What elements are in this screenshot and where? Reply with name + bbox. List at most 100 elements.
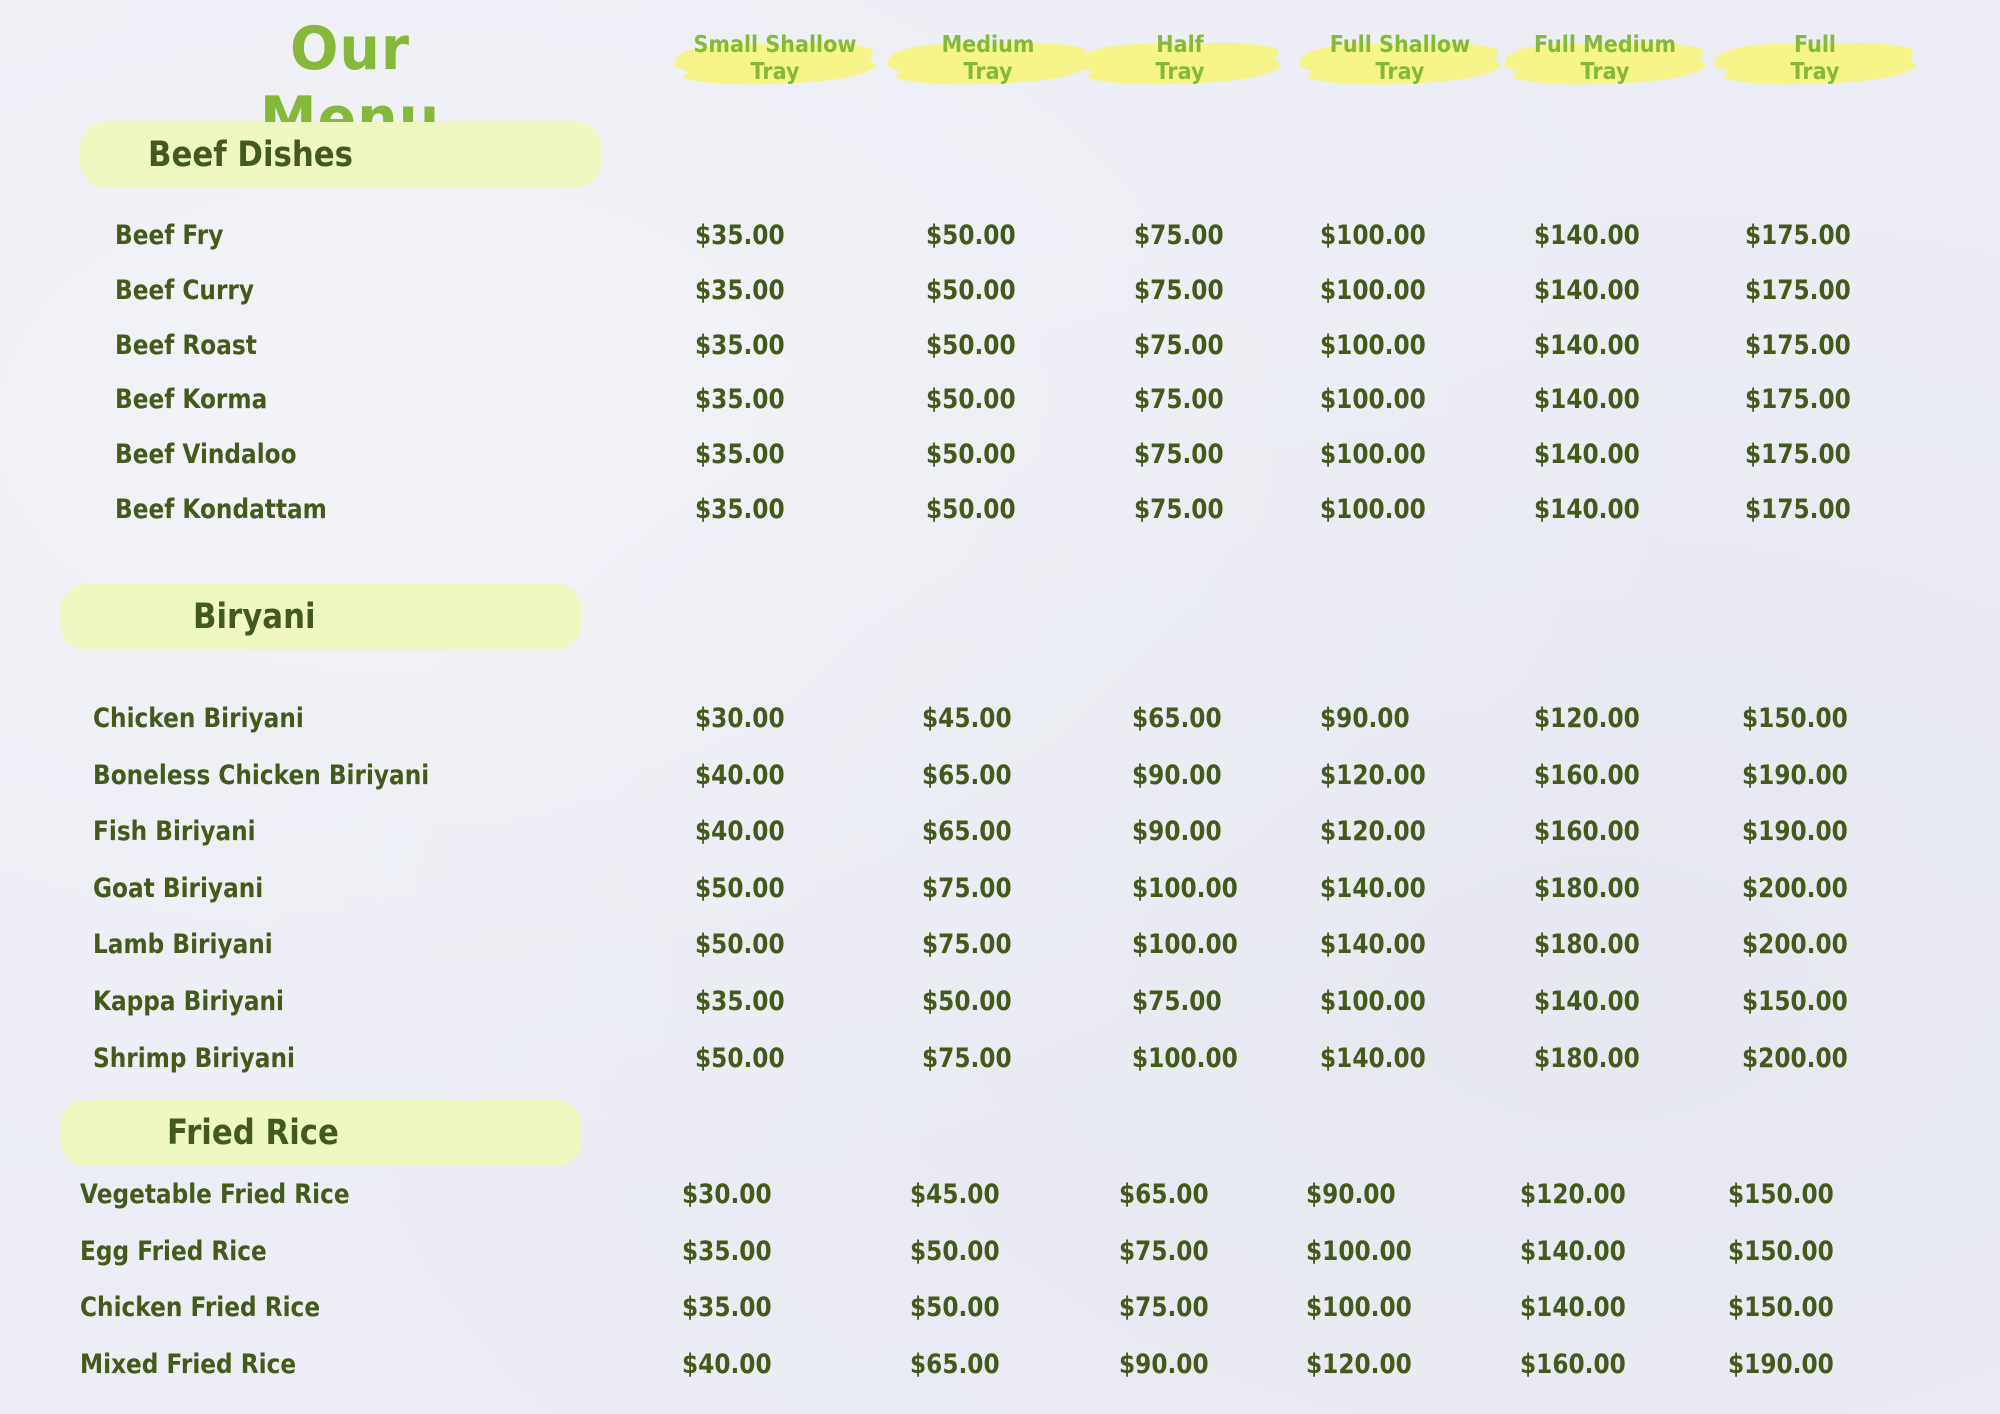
menu-item-price: $50.00 <box>926 275 1016 306</box>
menu-item-price: $100.00 <box>1306 1236 1412 1267</box>
menu-item-price: $50.00 <box>926 220 1016 251</box>
menu-item-price: $140.00 <box>1320 929 1426 960</box>
menu-item-name: Vegetable Fried Rice <box>80 1179 350 1210</box>
menu-item-price: $140.00 <box>1534 384 1640 415</box>
menu-item-price: $35.00 <box>695 275 785 306</box>
menu-item-price: $90.00 <box>1306 1179 1396 1210</box>
menu-item-price: $100.00 <box>1320 439 1426 470</box>
menu-item-price: $120.00 <box>1306 1349 1412 1380</box>
column-header: Full Medium Tray <box>1500 32 1710 92</box>
menu-item-name: Mixed Fried Rice <box>80 1349 297 1380</box>
menu-item-price: $100.00 <box>1320 275 1426 306</box>
section-title: Biryani <box>193 597 316 637</box>
section-title: Beef Dishes <box>148 135 353 175</box>
menu-item-price: $200.00 <box>1742 1043 1848 1074</box>
menu-item-price: $75.00 <box>1132 986 1222 1017</box>
menu-item-price: $175.00 <box>1745 439 1851 470</box>
menu-item-price: $50.00 <box>910 1292 1000 1323</box>
menu-item-price: $190.00 <box>1728 1349 1834 1380</box>
menu-item-price: $90.00 <box>1132 760 1222 791</box>
menu-item-price: $40.00 <box>695 816 785 847</box>
menu-item-price: $175.00 <box>1745 275 1851 306</box>
menu-item-price: $50.00 <box>695 929 785 960</box>
section-header-pill: Fried Rice <box>60 1100 582 1166</box>
menu-item-price: $45.00 <box>910 1179 1000 1210</box>
menu-item-row: Beef Kondattam $35.00 $50.00 $75.00 $100.00 $… <box>0 490 2000 530</box>
menu-item-name: Beef Fry <box>115 220 224 251</box>
menu-item-name: Shrimp Biriyani <box>93 1043 295 1074</box>
column-header: Small Shallow Tray <box>670 32 880 92</box>
column-header-label: Medium Tray <box>941 32 1035 85</box>
menu-item-name: Boneless Chicken Biriyani <box>93 760 430 791</box>
menu-item-price: $40.00 <box>682 1349 772 1380</box>
menu-item-price: $75.00 <box>922 929 1012 960</box>
menu-item-price: $150.00 <box>1742 986 1848 1017</box>
menu-item-price: $180.00 <box>1534 1043 1640 1074</box>
menu-item-price: $35.00 <box>695 986 785 1017</box>
menu-item-price: $100.00 <box>1320 494 1426 525</box>
menu-item-name: Beef Curry <box>115 275 254 306</box>
menu-item-name: Beef Roast <box>115 330 257 361</box>
menu-item-row: Beef Curry $35.00 $50.00 $75.00 $100.00 $140.… <box>0 271 2000 311</box>
menu-item-row: Egg Fried Rice $35.00 $50.00 $75.00 $100.00 $… <box>0 1232 2000 1272</box>
menu-item-price: $65.00 <box>1132 703 1222 734</box>
column-header-label: Full Tray <box>1790 32 1840 85</box>
section-title: Fried Rice <box>167 1113 339 1153</box>
menu-item-price: $75.00 <box>1134 439 1224 470</box>
menu-item-price: $50.00 <box>910 1236 1000 1267</box>
menu-item-price: $140.00 <box>1534 275 1640 306</box>
menu-item-price: $190.00 <box>1742 760 1848 791</box>
menu-item-price: $35.00 <box>695 384 785 415</box>
menu-item-price: $120.00 <box>1320 816 1426 847</box>
menu-item-price: $140.00 <box>1534 220 1640 251</box>
menu-item-price: $35.00 <box>695 494 785 525</box>
menu-item-name: Chicken Fried Rice <box>80 1292 321 1323</box>
menu-item-price: $65.00 <box>1119 1179 1209 1210</box>
menu-item-price: $100.00 <box>1132 1043 1238 1074</box>
menu-item-price: $65.00 <box>922 816 1012 847</box>
column-header-label: Full Shallow Tray <box>1329 32 1471 85</box>
menu-item-price: $100.00 <box>1320 220 1426 251</box>
menu-item-row: Boneless Chicken Biriyani $40.00 $65.00 $90… <box>0 756 2000 796</box>
menu-item-price: $140.00 <box>1520 1236 1626 1267</box>
menu-item-price: $100.00 <box>1132 873 1238 904</box>
menu-item-price: $100.00 <box>1132 929 1238 960</box>
menu-item-price: $200.00 <box>1742 873 1848 904</box>
menu-item-name: Fish Biriyani <box>93 816 256 847</box>
menu-item-price: $150.00 <box>1728 1292 1834 1323</box>
menu-item-price: $30.00 <box>695 703 785 734</box>
menu-item-price: $140.00 <box>1320 873 1426 904</box>
menu-item-price: $150.00 <box>1728 1236 1834 1267</box>
menu-item-price: $65.00 <box>910 1349 1000 1380</box>
menu-item-price: $100.00 <box>1320 384 1426 415</box>
menu-item-price: $75.00 <box>1134 275 1224 306</box>
menu-item-price: $90.00 <box>1119 1349 1209 1380</box>
menu-item-row: Vegetable Fried Rice $30.00 $45.00 $65.00 $9… <box>0 1175 2000 1215</box>
menu-item-price: $75.00 <box>1134 384 1224 415</box>
column-header-label: Half Tray <box>1155 32 1205 85</box>
menu-item-name: Kappa Biriyani <box>93 986 285 1017</box>
menu-item-price: $50.00 <box>926 330 1016 361</box>
menu-item-row: Chicken Biriyani $30.00 $45.00 $65.00 $90.00… <box>0 699 2000 739</box>
menu-item-price: $50.00 <box>695 873 785 904</box>
menu-item-price: $160.00 <box>1520 1349 1626 1380</box>
menu-item-price: $160.00 <box>1534 760 1640 791</box>
column-header: Full Tray <box>1710 32 1920 92</box>
menu-item-name: Beef Kondattam <box>115 494 327 525</box>
menu-item-price: $35.00 <box>682 1292 772 1323</box>
menu-item-price: $100.00 <box>1320 330 1426 361</box>
menu-item-price: $100.00 <box>1306 1292 1412 1323</box>
column-header: Half Tray <box>1075 32 1285 92</box>
menu-item-row: Kappa Biriyani $35.00 $50.00 $75.00 $100.00 $… <box>0 982 2000 1022</box>
menu-item-price: $30.00 <box>682 1179 772 1210</box>
menu-item-price: $140.00 <box>1320 1043 1426 1074</box>
menu-item-price: $50.00 <box>695 1043 785 1074</box>
menu-item-price: $150.00 <box>1728 1179 1834 1210</box>
menu-item-name: Lamb Biriyani <box>93 929 273 960</box>
menu-item-price: $75.00 <box>922 873 1012 904</box>
menu-item-price: $150.00 <box>1742 703 1848 734</box>
menu-item-price: $140.00 <box>1534 986 1640 1017</box>
menu-item-price: $140.00 <box>1534 439 1640 470</box>
menu-item-price: $65.00 <box>922 760 1012 791</box>
menu-item-price: $90.00 <box>1132 816 1222 847</box>
